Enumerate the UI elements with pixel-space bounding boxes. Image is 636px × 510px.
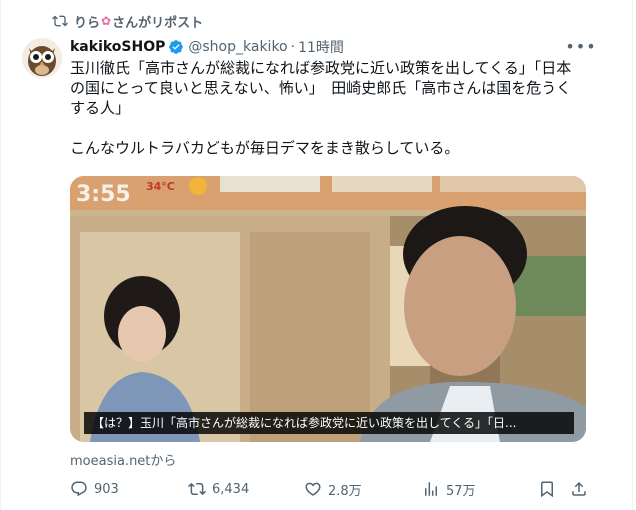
clock-overlay: 3:55 (76, 182, 131, 207)
repost-icon (188, 482, 206, 496)
author-handle[interactable]: @shop_kakiko (188, 39, 287, 55)
author-name[interactable]: kakikoSHOP (70, 39, 165, 55)
source-link[interactable]: moeasia.netから (70, 450, 176, 469)
reply-icon (71, 481, 87, 497)
repost-icon (52, 15, 68, 27)
tweet-text-line: の国にとって良いと思えない、怖い」 田崎史郎氏「高市さんは国を危うく (70, 79, 572, 97)
video-media[interactable]: 3:55 34°C 【は？】玉川「高市さんが総裁になれば参政党に近い政策を出して… (70, 176, 586, 442)
bookmark-button[interactable] (538, 478, 562, 500)
tweet-text-line: する人」 (70, 99, 131, 117)
reply-count: 903 (94, 481, 119, 497)
reply-button[interactable]: 903 (70, 478, 119, 500)
action-bar: 903 6,434 2.8万 57万 (70, 478, 590, 500)
owl-avatar-icon (22, 38, 62, 78)
like-button[interactable]: 2.8万 (304, 478, 362, 500)
repost-suffix: さんがリポスト (112, 15, 204, 31)
tweet-header: kakikoSHOP @shop_kakiko · 11時間 (70, 37, 344, 57)
repost-user[interactable]: りら (74, 12, 100, 31)
frame-border-left (0, 0, 1, 510)
heart-icon (305, 482, 321, 496)
post-time[interactable]: 11時間 (298, 37, 344, 57)
bookmark-icon (541, 481, 553, 498)
views-button[interactable]: 57万 (422, 478, 476, 500)
video-frame-image (70, 176, 586, 442)
like-count: 2.8万 (328, 483, 362, 499)
repost-button[interactable]: 6,434 (188, 478, 249, 500)
repost-indicator[interactable]: りら ✿ さんがリポスト (52, 12, 204, 31)
more-options-button[interactable]: ••• (565, 36, 595, 56)
repost-count: 6,434 (212, 481, 250, 497)
frame-border-right (632, 0, 633, 510)
avatar[interactable] (22, 38, 62, 78)
views-count: 57万 (446, 483, 476, 499)
more-dots-icon: ••• (565, 36, 597, 56)
flower-emoji-icon: ✿ (101, 14, 112, 28)
share-button[interactable] (570, 478, 594, 500)
share-icon (572, 481, 586, 496)
video-caption: 【は？】玉川「高市さんが総裁になれば参政党に近い政策を出してくる」「日... (84, 412, 574, 434)
tweet-text-line: 玉川徹氏「高市さんが総裁になれば参政党に近い政策を出してくる」「日本 (70, 59, 572, 77)
verified-badge-icon (169, 40, 184, 54)
temperature-overlay: 34°C (146, 180, 175, 193)
header-separator: · (290, 39, 296, 55)
views-chart-icon (425, 482, 437, 496)
tweet-text: 玉川徹氏「高市さんが総裁になれば参政党に近い政策を出してくる」「日本 の国にとっ… (70, 58, 590, 158)
tweet-text-line: こんなウルトラバカどもが毎日デマをまき散らしている。 (70, 139, 460, 157)
